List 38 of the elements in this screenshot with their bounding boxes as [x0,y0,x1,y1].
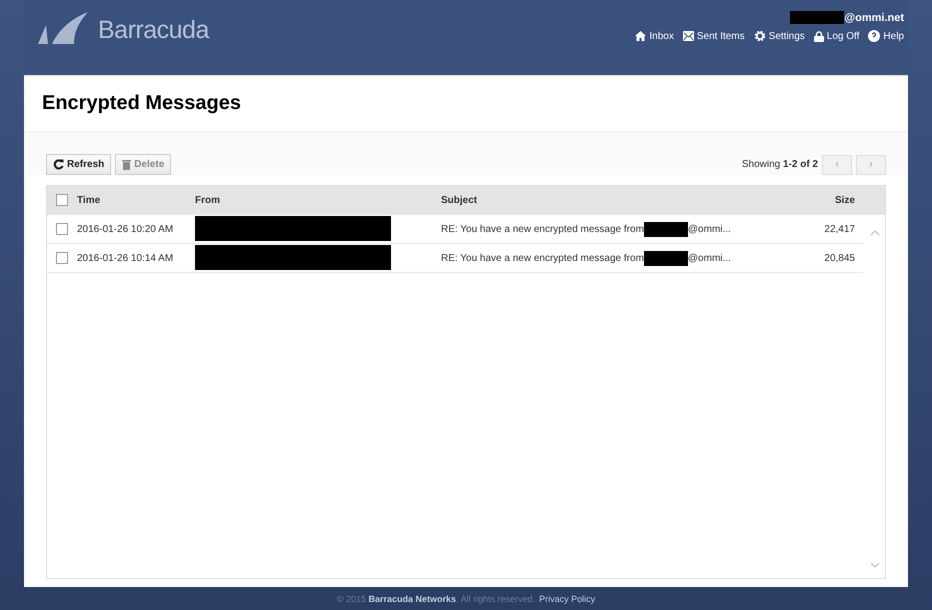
nav-link[interactable]: Log Off [814,30,860,42]
privacy-policy-link[interactable]: Privacy Policy [539,594,596,604]
gear-icon [754,30,766,42]
nav-link[interactable]: Settings [754,30,805,42]
row-checkbox[interactable] [56,252,68,264]
time-cell-text: 2016-01-26 10:14 AM [77,252,174,264]
copyright-text: © 2015 Barracuda Networks. All rights reserved. [336,594,536,604]
size-cell-text: 20,845 [823,252,856,264]
column-header[interactable]: Subject [441,194,807,206]
scroll-down-icon [870,562,880,568]
mail-icon [682,31,694,41]
column-header[interactable]: From [195,194,441,206]
redacted-block [644,222,688,236]
toolbar-button[interactable]: Refresh [46,154,112,175]
redacted-block [790,11,844,24]
time-cell-text: 2016-01-26 10:20 AM [77,224,174,234]
subject-cell: RE: You have a new encrypted message from [441,252,644,264]
refresh-icon [53,159,64,170]
help-icon [868,30,880,42]
user-email: @ommi.net [844,12,904,24]
home-icon [635,31,646,41]
nav-link[interactable]: Sent Items [682,30,745,42]
paging-text: Showing 1-2 of 2 [742,159,818,170]
trash-icon [122,159,132,170]
nav-link[interactable]: Inbox [635,30,674,42]
column-header[interactable]: Time [77,194,195,206]
nav-link[interactable]: Help [868,30,904,42]
row-checkbox[interactable] [56,223,68,235]
scroll-up-icon [870,230,880,236]
redacted-block [644,250,688,266]
select-all-checkbox[interactable] [56,194,68,206]
subject-cell: @ommi... [688,252,731,264]
column-header[interactable]: Size [807,194,885,206]
subject-cell: RE: You have a new encrypted message from [441,224,644,234]
logo-text: Barracuda [98,16,209,44]
subject-cell: @ommi... [688,224,731,234]
lock-icon [814,30,824,42]
size-cell-text: 22,417 [823,224,856,234]
